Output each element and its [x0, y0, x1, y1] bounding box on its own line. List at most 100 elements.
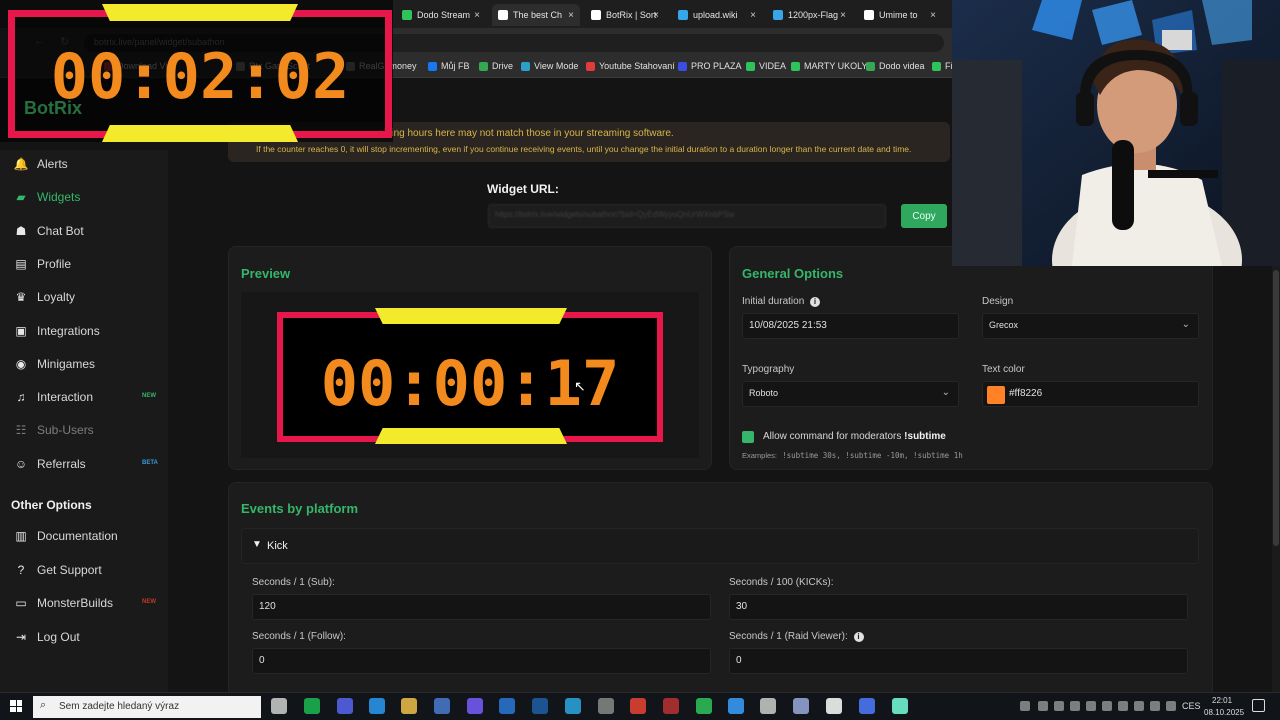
sidebar-item-log-out[interactable]: ⇥ Log Out: [14, 630, 80, 644]
info-icon[interactable]: i: [810, 297, 821, 307]
tab-close-icon[interactable]: ×: [840, 10, 846, 21]
browser-tab[interactable]: BotRix | Sort ×: [585, 4, 665, 26]
sidebar-item-get-support[interactable]: ? Get Support: [14, 563, 102, 577]
sidebar-item-referrals[interactable]: ☺ Referrals: [14, 457, 86, 471]
taskbar-app-icon[interactable]: [369, 698, 385, 714]
allow-moderators-checkbox[interactable]: [742, 431, 754, 443]
design-select[interactable]: Grecox ⌄: [982, 313, 1199, 339]
initial-duration-input[interactable]: 10/08/2025 21:53: [742, 313, 959, 339]
browser-tab[interactable]: Umime to ×: [858, 4, 942, 26]
taskbar-app-icon[interactable]: [304, 698, 320, 714]
bookmark-item[interactable]: VIDEA: [746, 61, 786, 71]
bookmark-item[interactable]: Youtube Stahovaní: [586, 61, 675, 71]
bookmark-icon: [521, 61, 530, 71]
text-color-input[interactable]: #ff8226: [982, 381, 1199, 407]
typography-select[interactable]: Roboto ⌄: [742, 381, 959, 407]
sub-seconds-label: Seconds / 1 (Sub):: [252, 577, 335, 588]
sidebar-item-integrations[interactable]: ▣ Integrations: [14, 324, 99, 338]
taskbar-app-icon[interactable]: [630, 698, 646, 714]
tab-close-icon[interactable]: ×: [930, 10, 936, 21]
taskbar-app-icon[interactable]: [859, 698, 875, 714]
tab-close-icon[interactable]: ×: [750, 10, 756, 21]
browser-tab[interactable]: The best Ch ×: [492, 4, 580, 26]
stream-timer-overlay: 00:02:02 BotRix: [0, 0, 393, 142]
bookmark-item[interactable]: Dodo videa: [866, 61, 925, 71]
taskbar-app-icon[interactable]: [663, 698, 679, 714]
taskbar-app-icon[interactable]: [793, 698, 809, 714]
widget-url-input[interactable]: https://botrix.live/widgets/subathon?bid…: [488, 204, 886, 228]
webcam-overlay: [952, 0, 1280, 266]
page-scrollbar[interactable]: [1272, 266, 1280, 692]
typography-label: Typography: [742, 364, 795, 375]
clock-time[interactable]: 22:01: [1212, 696, 1232, 705]
taskbar-app-icon[interactable]: [467, 698, 483, 714]
tray-icon[interactable]: [1020, 701, 1030, 711]
taskbar-app-icon[interactable]: [499, 698, 515, 714]
taskbar-app-icon[interactable]: [696, 698, 712, 714]
color-swatch[interactable]: [987, 386, 1005, 404]
sidebar-item-label: Alerts: [37, 157, 68, 171]
tab-close-icon[interactable]: ×: [568, 10, 574, 21]
sidebar-item-widgets[interactable]: ▰ Widgets: [14, 190, 80, 204]
bookmark-item[interactable]: Můj FB: [428, 61, 470, 71]
browser-tab[interactable]: 1200px-Flag ×: [767, 4, 852, 26]
tray-icon[interactable]: [1118, 701, 1128, 711]
sidebar-item-documentation[interactable]: ▥ Documentation: [14, 529, 117, 543]
taskbar-app-icon[interactable]: [826, 698, 842, 714]
sidebar-item-sub-users[interactable]: ☷ Sub-Users: [14, 423, 94, 437]
browser-tab[interactable]: upload.wiki ×: [672, 4, 762, 26]
tray-icon[interactable]: [1150, 701, 1160, 711]
tray-icon[interactable]: [1070, 701, 1080, 711]
taskbar-app-icon[interactable]: [337, 698, 353, 714]
tab-close-icon[interactable]: ×: [474, 10, 480, 21]
sidebar-item-interaction[interactable]: ♫ Interaction: [14, 390, 94, 404]
windows-start-icon[interactable]: [10, 700, 22, 712]
kick-accordion-header[interactable]: ▼ Kick: [241, 528, 1199, 564]
sidebar-item-label: Get Support: [37, 562, 102, 577]
tray-icon[interactable]: [1166, 701, 1176, 711]
notifications-icon[interactable]: [1252, 699, 1265, 712]
allow-moderators-label: Allow command for moderators !subtime: [763, 431, 946, 442]
taskbar-app-icon[interactable]: [532, 698, 548, 714]
tab-close-icon[interactable]: ×: [653, 10, 659, 21]
browser-tab[interactable]: Dodo Stream ×: [396, 4, 486, 26]
tab-favicon-icon: [773, 10, 783, 20]
tray-icon[interactable]: [1102, 701, 1112, 711]
taskbar-app-icon[interactable]: [565, 698, 581, 714]
bookmark-item[interactable]: MARTY UKOLY: [791, 61, 868, 71]
follow-seconds-input[interactable]: 0: [252, 648, 711, 674]
sub-seconds-input[interactable]: 120: [252, 594, 711, 620]
tray-icon[interactable]: [1054, 701, 1064, 711]
taskbar-app-icon[interactable]: [598, 698, 614, 714]
taskbar-app-icon[interactable]: [434, 698, 450, 714]
bookmark-item[interactable]: View Mode: [521, 61, 578, 71]
bookmark-item[interactable]: PRO PLAZA: [678, 61, 742, 71]
sidebar-item-minigames[interactable]: ◉ Minigames: [14, 357, 95, 371]
bookmark-label: Dodo videa: [879, 61, 925, 71]
sidebar-item-alerts[interactable]: 🔔 Alerts: [14, 157, 68, 171]
taskbar-app-icon[interactable]: [271, 698, 287, 714]
streamer-webcam-image: [952, 0, 1280, 266]
copy-button[interactable]: Copy: [901, 204, 947, 228]
tray-icon[interactable]: [1038, 701, 1048, 711]
tray-icon[interactable]: [1086, 701, 1096, 711]
sidebar-item-monsterbuilds[interactable]: ▭ MonsterBuilds: [14, 596, 113, 610]
bookmark-icon: [428, 61, 437, 71]
taskbar-app-icon[interactable]: [728, 698, 744, 714]
language-indicator[interactable]: CES: [1182, 701, 1201, 711]
taskbar-app-icon[interactable]: [892, 698, 908, 714]
sidebar-item-profile[interactable]: ▤ Profile: [14, 257, 71, 271]
clock-date[interactable]: 08.10.2025: [1204, 708, 1244, 717]
taskbar-search-input[interactable]: Sem zadejte hledaný výraz: [33, 696, 261, 718]
tray-icon[interactable]: [1134, 701, 1144, 711]
bookmark-item[interactable]: Fi: [932, 61, 953, 71]
bookmark-item[interactable]: Drive: [479, 61, 513, 71]
info-icon[interactable]: i: [853, 632, 864, 642]
sidebar-item-loyalty[interactable]: ♛ Loyalty: [14, 290, 75, 304]
taskbar-app-icon[interactable]: [760, 698, 776, 714]
taskbar-app-icon[interactable]: [401, 698, 417, 714]
raid-seconds-input[interactable]: 0: [729, 648, 1188, 674]
kicks-seconds-input[interactable]: 30: [729, 594, 1188, 620]
sidebar-item-chat-bot[interactable]: ☗ Chat Bot: [14, 224, 84, 238]
scrollbar-thumb[interactable]: [1273, 270, 1279, 546]
